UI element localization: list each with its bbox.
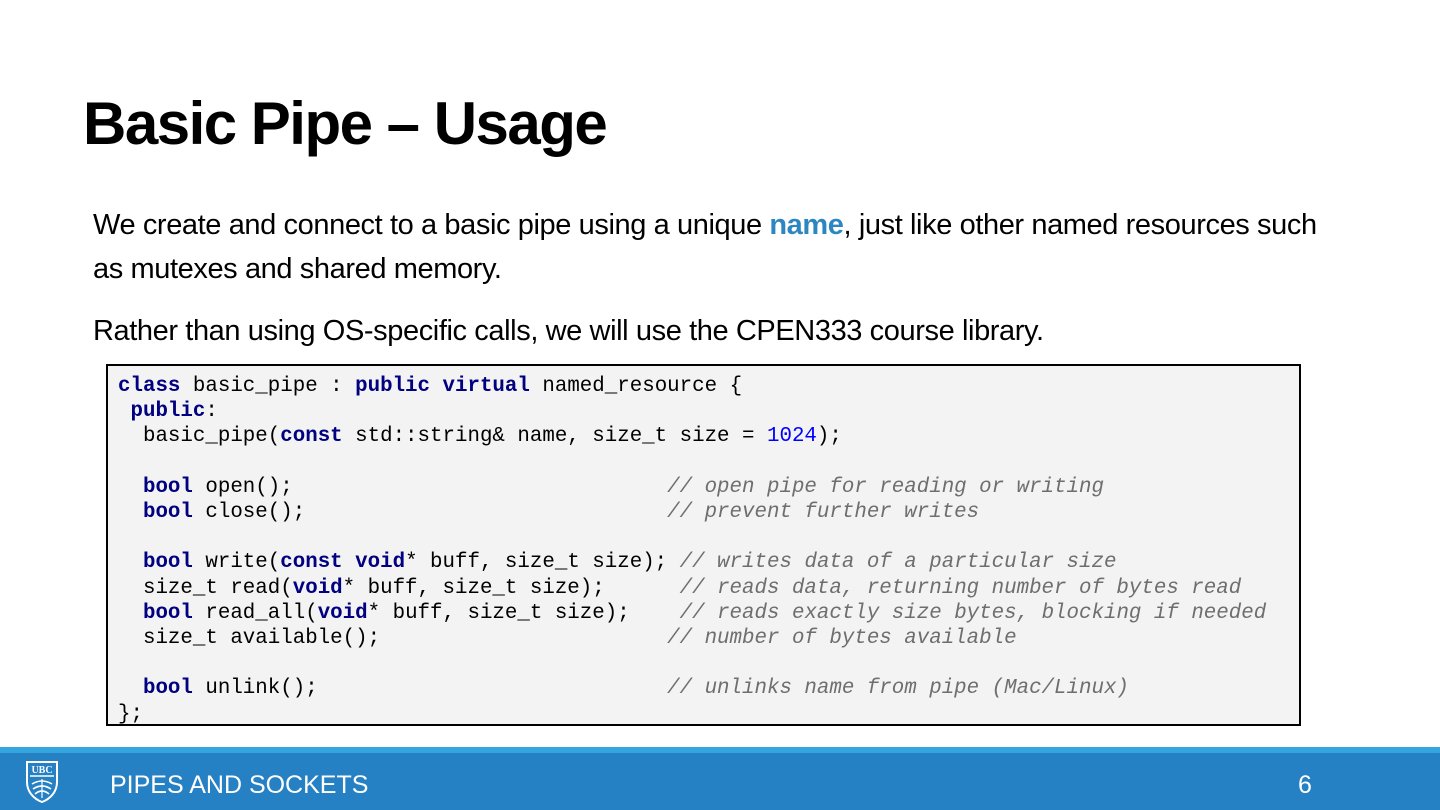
code-line: bool open(); // open pipe for reading or… — [118, 476, 1104, 499]
code-text: basic_pipe : — [180, 375, 356, 398]
code-line: bool unlink(); // unlinks name from pipe… — [118, 677, 1129, 700]
code-text: unlink(); — [192, 677, 668, 701]
code-text: size_t available(); — [118, 627, 668, 651]
code-comment: // prevent further writes — [667, 501, 980, 525]
code-comment: // writes data of a particular size — [679, 551, 1117, 575]
code-text: read_all( — [192, 601, 318, 625]
svg-text:UBC: UBC — [31, 765, 52, 776]
code-text: : — [205, 400, 218, 424]
intro-paragraph: We create and connect to a basic pipe us… — [93, 203, 1323, 291]
code-text: ); — [816, 425, 842, 449]
code-line: bool close(); // prevent further writes — [118, 501, 979, 524]
code-keyword: bool — [142, 501, 193, 525]
code-text: }; — [118, 702, 143, 726]
code-text: std::string& name, size_t size = — [342, 425, 767, 449]
code-text: open(); — [192, 475, 668, 499]
code-line: size_t available(); // number of bytes a… — [118, 627, 1017, 650]
code-text: size_t read( — [118, 576, 293, 600]
slide-title: Basic Pipe – Usage — [83, 90, 608, 157]
code-block: class basic_pipe : public virtual named_… — [106, 364, 1301, 726]
code-line: bool read_all(void* buff, size_t size); … — [118, 602, 1266, 625]
code-text: close(); — [192, 501, 668, 525]
name-keyword-highlight: name — [769, 209, 844, 241]
code-text: * buff, size_t size); — [342, 576, 680, 600]
intro-text-start: We create and connect to a basic pipe us… — [93, 209, 770, 241]
code-keyword: bool — [142, 601, 193, 625]
code-keyword: bool — [142, 677, 193, 701]
footer-bar: UBC PIPES AND SOCKETS 6 — [0, 753, 1440, 810]
code-text: * buff, size_t size); — [405, 551, 680, 575]
code-keyword: void — [292, 576, 343, 600]
code-keyword: const — [280, 551, 343, 575]
code-comment: // reads data, returning number of bytes… — [679, 576, 1242, 600]
code-line: size_t read(void* buff, size_t size); //… — [118, 577, 1241, 600]
code-line: public: — [118, 400, 218, 424]
code-text: * buff, size_t size); — [367, 601, 680, 625]
code-comment: // open pipe for reading or writing — [667, 475, 1104, 499]
code-line: bool write(const void* buff, size_t size… — [118, 551, 1117, 575]
code-keyword: class — [118, 375, 181, 398]
code-line: basic_pipe(const std::string& name, size… — [118, 425, 842, 448]
code-listing: class basic_pipe : public virtual named_… — [118, 374, 1289, 726]
code-comment: // reads exactly size bytes, blocking if… — [679, 601, 1267, 625]
slide-body: We create and connect to a basic pipe us… — [93, 203, 1323, 371]
code-keyword: void — [317, 601, 368, 625]
code-comment: // unlinks name from pipe (Mac/Linux) — [667, 677, 1129, 701]
footer-section-title: PIPES AND SOCKETS — [110, 771, 369, 799]
code-comment: // number of bytes available — [667, 627, 1017, 651]
code-number: 1024 — [766, 425, 817, 449]
code-text: write( — [192, 551, 281, 575]
code-text: named_resource { — [529, 375, 743, 398]
code-keyword: public — [130, 400, 206, 424]
ubc-crest-icon: UBC — [25, 760, 59, 804]
code-keyword: void — [355, 551, 406, 575]
code-text: basic_pipe( — [118, 425, 281, 449]
code-keyword: public — [355, 375, 431, 398]
code-line: class basic_pipe : public virtual named_… — [118, 375, 742, 398]
code-line: }; — [118, 702, 143, 726]
page-number: 6 — [1298, 771, 1312, 799]
library-paragraph: Rather than using OS-specific calls, we … — [93, 315, 1044, 347]
code-keyword: bool — [142, 475, 193, 499]
code-keyword: const — [280, 425, 343, 449]
code-keyword: virtual — [442, 375, 530, 398]
code-keyword: bool — [142, 551, 193, 575]
